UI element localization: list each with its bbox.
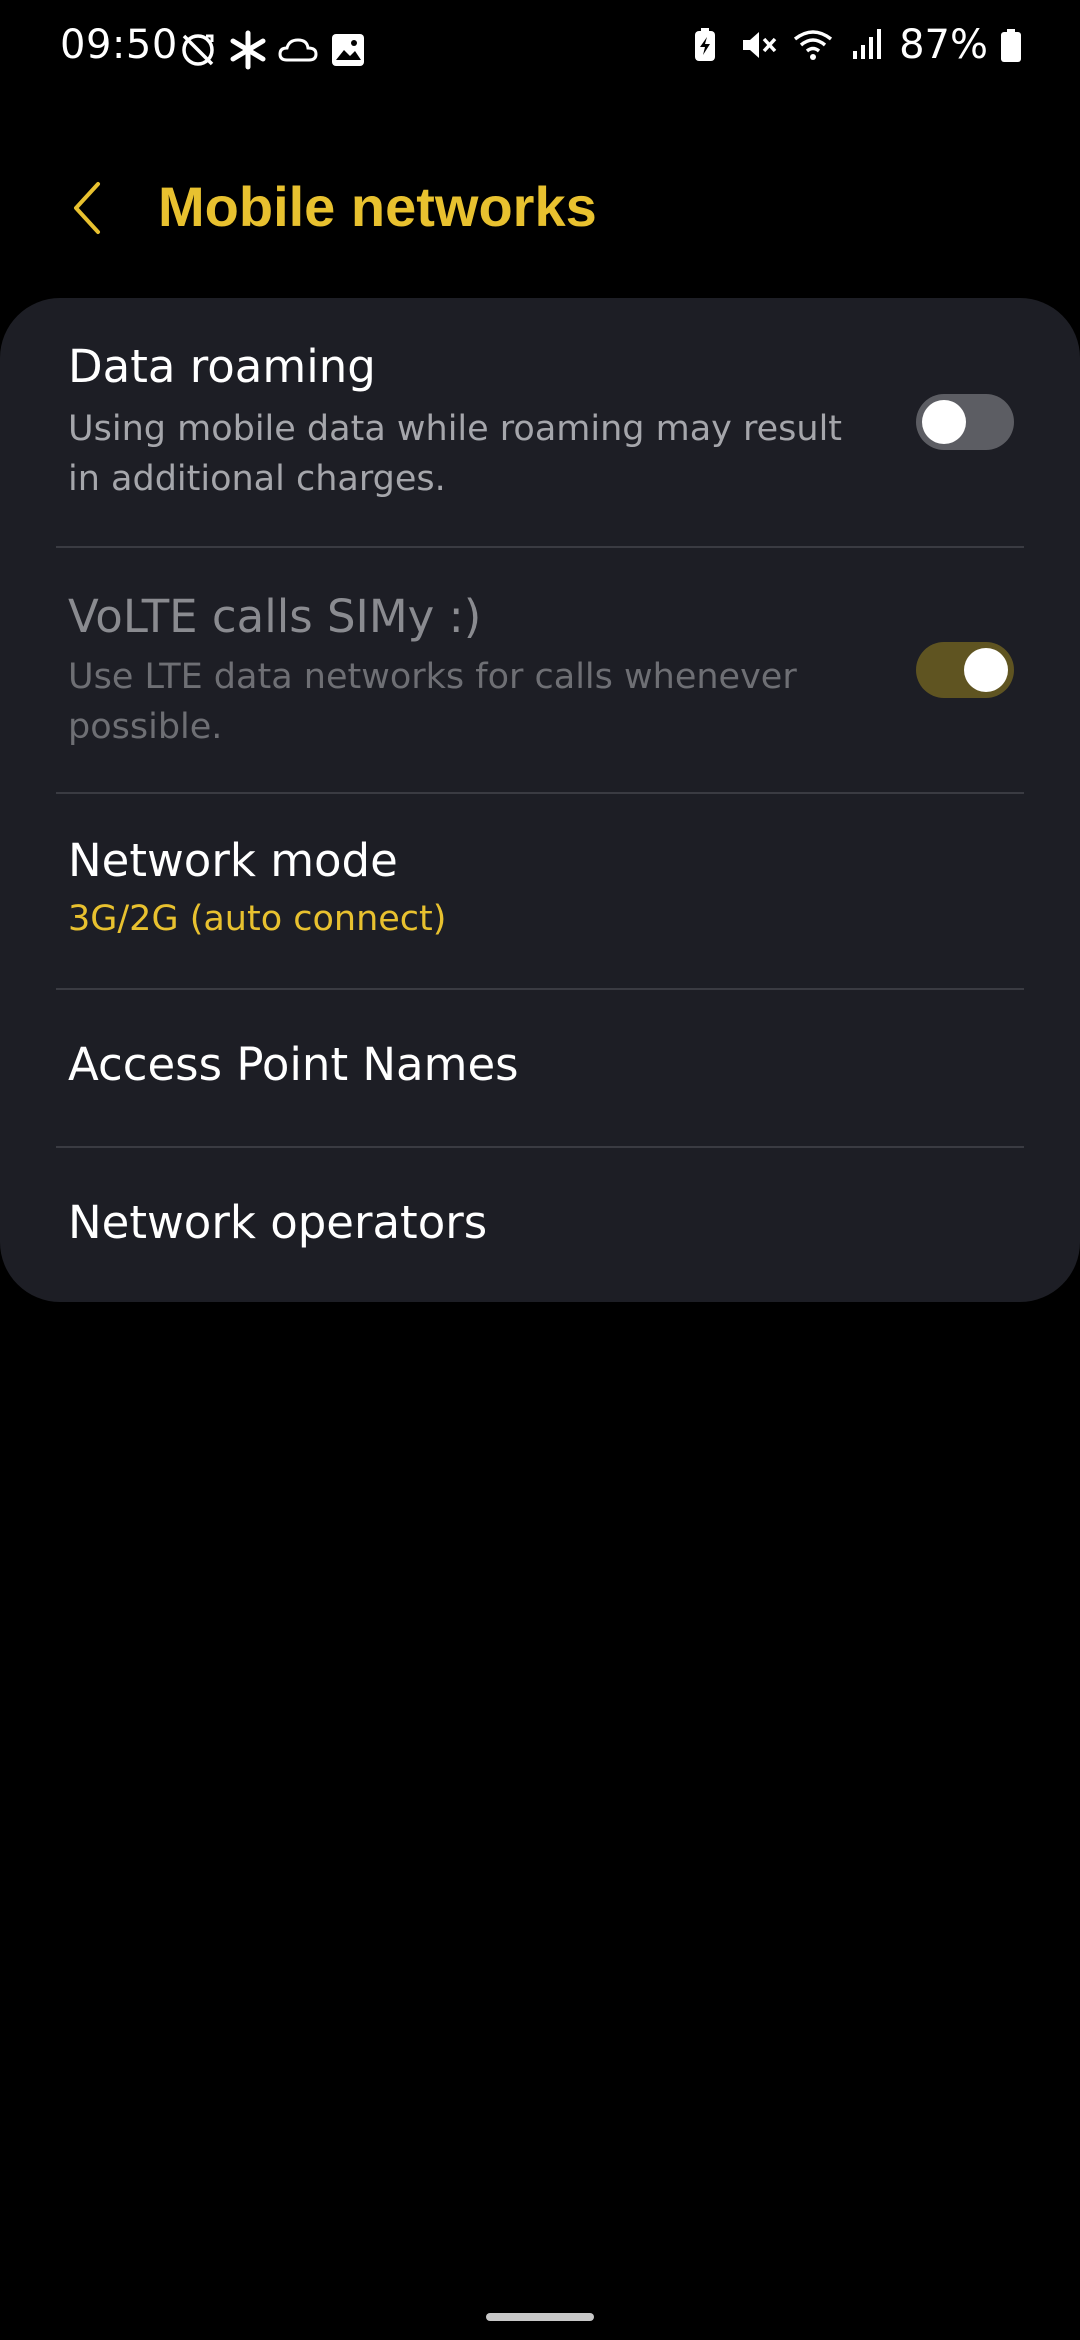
signal-icon xyxy=(845,23,889,67)
setting-data-roaming[interactable]: Data roaming Using mobile data while roa… xyxy=(0,298,1080,546)
setting-access-point-names[interactable]: Access Point Names xyxy=(0,990,1080,1146)
cloud-icon xyxy=(276,28,320,72)
setting-network-operators[interactable]: Network operators xyxy=(0,1148,1080,1302)
data-roaming-toggle[interactable] xyxy=(916,394,1014,450)
wifi-icon xyxy=(791,23,835,67)
toggle-knob xyxy=(964,648,1008,692)
chevron-left-icon xyxy=(68,180,108,240)
page-title: Mobile networks xyxy=(158,175,597,238)
status-bar: 09:50 87% xyxy=(0,0,1080,96)
status-time: 09:50 xyxy=(60,22,178,68)
setting-title: Network operators xyxy=(68,1196,488,1249)
toggle-knob xyxy=(922,400,966,444)
volte-toggle[interactable] xyxy=(916,642,1014,698)
setting-title: Network mode xyxy=(68,834,398,887)
sync-off-icon xyxy=(176,28,220,72)
battery-icon xyxy=(998,23,1024,67)
setting-network-mode[interactable]: Network mode 3G/2G (auto connect) xyxy=(0,794,1080,988)
battery-saver-icon xyxy=(683,23,727,67)
home-indicator[interactable] xyxy=(486,2313,594,2321)
asterisk-icon xyxy=(226,28,270,72)
settings-card: Data roaming Using mobile data while roa… xyxy=(0,298,1080,1302)
mute-icon xyxy=(737,23,781,67)
status-notification-icons xyxy=(176,28,370,72)
image-icon xyxy=(326,28,370,72)
status-system-icons: 87% xyxy=(683,22,1024,68)
setting-title: Data roaming xyxy=(68,340,376,393)
setting-subtitle: Using mobile data while roaming may resu… xyxy=(68,409,843,499)
setting-title: VoLTE calls SIMy :) xyxy=(68,590,482,643)
network-mode-value: 3G/2G (auto connect) xyxy=(68,899,447,939)
setting-title: Access Point Names xyxy=(68,1038,519,1091)
back-button[interactable] xyxy=(58,180,118,240)
setting-volte-calls[interactable]: VoLTE calls SIMy :) Use LTE data network… xyxy=(0,548,1080,792)
setting-subtitle: Use LTE data networks for calls whenever… xyxy=(68,657,797,747)
battery-percent: 87% xyxy=(899,22,988,68)
app-header: Mobile networks xyxy=(0,150,1080,270)
